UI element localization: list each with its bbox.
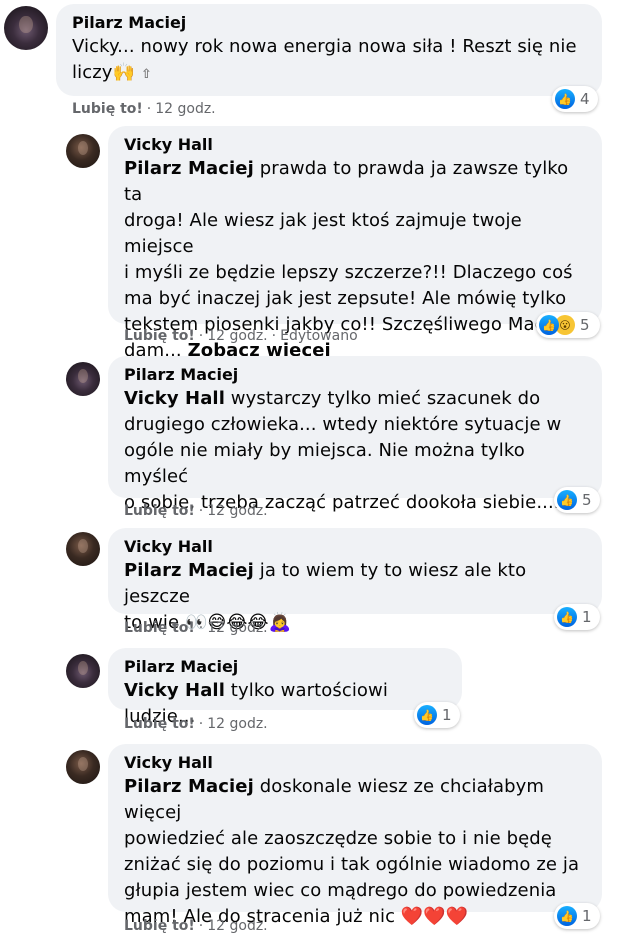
like-reaction-icon: 👍: [557, 490, 577, 510]
comment-author[interactable]: Pilarz Maciej: [124, 364, 590, 386]
like-reaction-icon: 👍: [555, 89, 575, 109]
reaction-count: 5: [582, 491, 592, 509]
reaction-summary[interactable]: 👍 5: [554, 487, 600, 513]
reaction-summary[interactable]: 👍 1: [554, 604, 600, 630]
avatar[interactable]: [66, 134, 100, 168]
mention-link[interactable]: Pilarz Maciej: [124, 776, 254, 797]
timestamp[interactable]: 12 godz.: [155, 101, 215, 117]
like-link[interactable]: Lubię to!: [72, 101, 143, 117]
comment-text-line: Vicky... nowy rok nowa energia nowa siła…: [72, 36, 577, 57]
reaction-count: 4: [580, 90, 590, 108]
comment-author[interactable]: Pilarz Maciej: [72, 12, 590, 34]
comment-bubble: Vicky Hall Pilarz Maciej doskonale wiesz…: [108, 744, 602, 927]
comment-meta: Lubię to! · 12 godz.: [124, 918, 268, 934]
like-link[interactable]: Lubię to!: [124, 328, 195, 344]
like-link[interactable]: Lubię to!: [124, 620, 195, 636]
comment-bubble: Pilarz Maciej Vicky Hall wystarczy tylko…: [108, 356, 602, 513]
comment-meta: Lubię to! · 12 godz.: [124, 620, 268, 636]
reaction-count: 1: [582, 907, 592, 925]
avatar[interactable]: [66, 654, 100, 688]
mention-link[interactable]: Pilarz Maciej: [124, 560, 254, 581]
reaction-summary[interactable]: 👍 4: [552, 86, 598, 112]
comment-bubble: Vicky Hall Pilarz Maciej ja to wiem ty t…: [108, 528, 602, 633]
mention-link[interactable]: Vicky Hall: [124, 388, 225, 409]
edited-label[interactable]: Edytowano: [280, 328, 358, 344]
comment-author[interactable]: Vicky Hall: [124, 134, 590, 156]
comment-meta: Lubię to! · 12 godz.: [124, 503, 268, 519]
comment-text-line: zniżać się do poziomu i tak ogólnie wiad…: [124, 854, 580, 875]
comment-text-line: głupia jestem wiec co mądrego do powiedz…: [124, 880, 557, 901]
reaction-summary[interactable]: 👍 1: [554, 903, 600, 929]
comment-text-line: wystarczy tylko mieć szacunek do: [224, 388, 541, 409]
timestamp[interactable]: 12 godz.: [207, 918, 267, 934]
reaction-count: 5: [580, 316, 590, 334]
comment-author[interactable]: Vicky Hall: [124, 536, 590, 558]
like-link[interactable]: Lubię to!: [124, 503, 195, 519]
comment-text-line: liczy🙌: [72, 62, 136, 83]
comment-bubble: Vicky Hall Pilarz Maciej prawda to prawd…: [108, 126, 602, 361]
comment-text-line: droga! Ale wiesz jak jest ktoś zajmuje t…: [124, 210, 522, 257]
like-reaction-icon: 👍: [557, 607, 577, 627]
mention-link[interactable]: Vicky Hall: [124, 680, 225, 701]
timestamp[interactable]: 12 godz.: [207, 328, 267, 344]
avatar[interactable]: [66, 532, 100, 566]
avatar[interactable]: [4, 6, 48, 50]
timestamp[interactable]: 12 godz.: [207, 503, 267, 519]
comment-text-line: drugiego człowieka... wtedy niektóre syt…: [124, 414, 562, 435]
comment-text-line: powiedzieć ale zaoszczędze sobie to i ni…: [124, 828, 552, 849]
like-reaction-icon: 👍: [557, 906, 577, 926]
like-link[interactable]: Lubię to!: [124, 918, 195, 934]
like-link[interactable]: Lubię to!: [124, 716, 195, 732]
comment-meta: Lubię to! · 12 godz.: [72, 101, 216, 117]
comment-text: Pilarz Maciej doskonale wiesz ze chciała…: [124, 774, 590, 930]
like-reaction-icon: 👍: [417, 705, 437, 725]
reaction-summary[interactable]: 👍 😮 5: [536, 312, 600, 338]
comment-author[interactable]: Vicky Hall: [124, 752, 590, 774]
comment-author[interactable]: Pilarz Maciej: [124, 656, 450, 678]
comment-meta: Lubię to! · 12 godz. · Edytowano: [124, 328, 358, 344]
top-fan-badge-icon: ⇧: [140, 67, 152, 82]
comment-text-line: ma być inaczej jak jest zepsute! Ale mów…: [124, 288, 567, 309]
comment-text-line: ogóle nie miały by miejsca. Nie można ty…: [124, 440, 525, 487]
comment-bubble: Pilarz Maciej Vicky Hall tylko wartościo…: [108, 648, 462, 727]
reaction-count: 1: [582, 608, 592, 626]
timestamp[interactable]: 12 godz.: [207, 716, 267, 732]
comment-text-line: i myśli ze będzie lepszy szczerze?!! Dla…: [124, 262, 573, 283]
timestamp[interactable]: 12 godz.: [207, 620, 267, 636]
reaction-summary[interactable]: 👍 1: [414, 702, 460, 728]
reaction-count: 1: [442, 706, 452, 724]
comment-text: Vicky... nowy rok nowa energia nowa siła…: [72, 34, 590, 88]
comment-text: Vicky Hall wystarczy tylko mieć szacunek…: [124, 386, 590, 516]
avatar[interactable]: [66, 362, 100, 396]
comment-meta: Lubię to! · 12 godz.: [124, 716, 268, 732]
like-reaction-icon: 👍: [539, 315, 559, 335]
avatar[interactable]: [66, 750, 100, 784]
comment-bubble: Pilarz Maciej Vicky... nowy rok nowa ene…: [56, 4, 602, 96]
mention-link[interactable]: Pilarz Maciej: [124, 158, 254, 179]
